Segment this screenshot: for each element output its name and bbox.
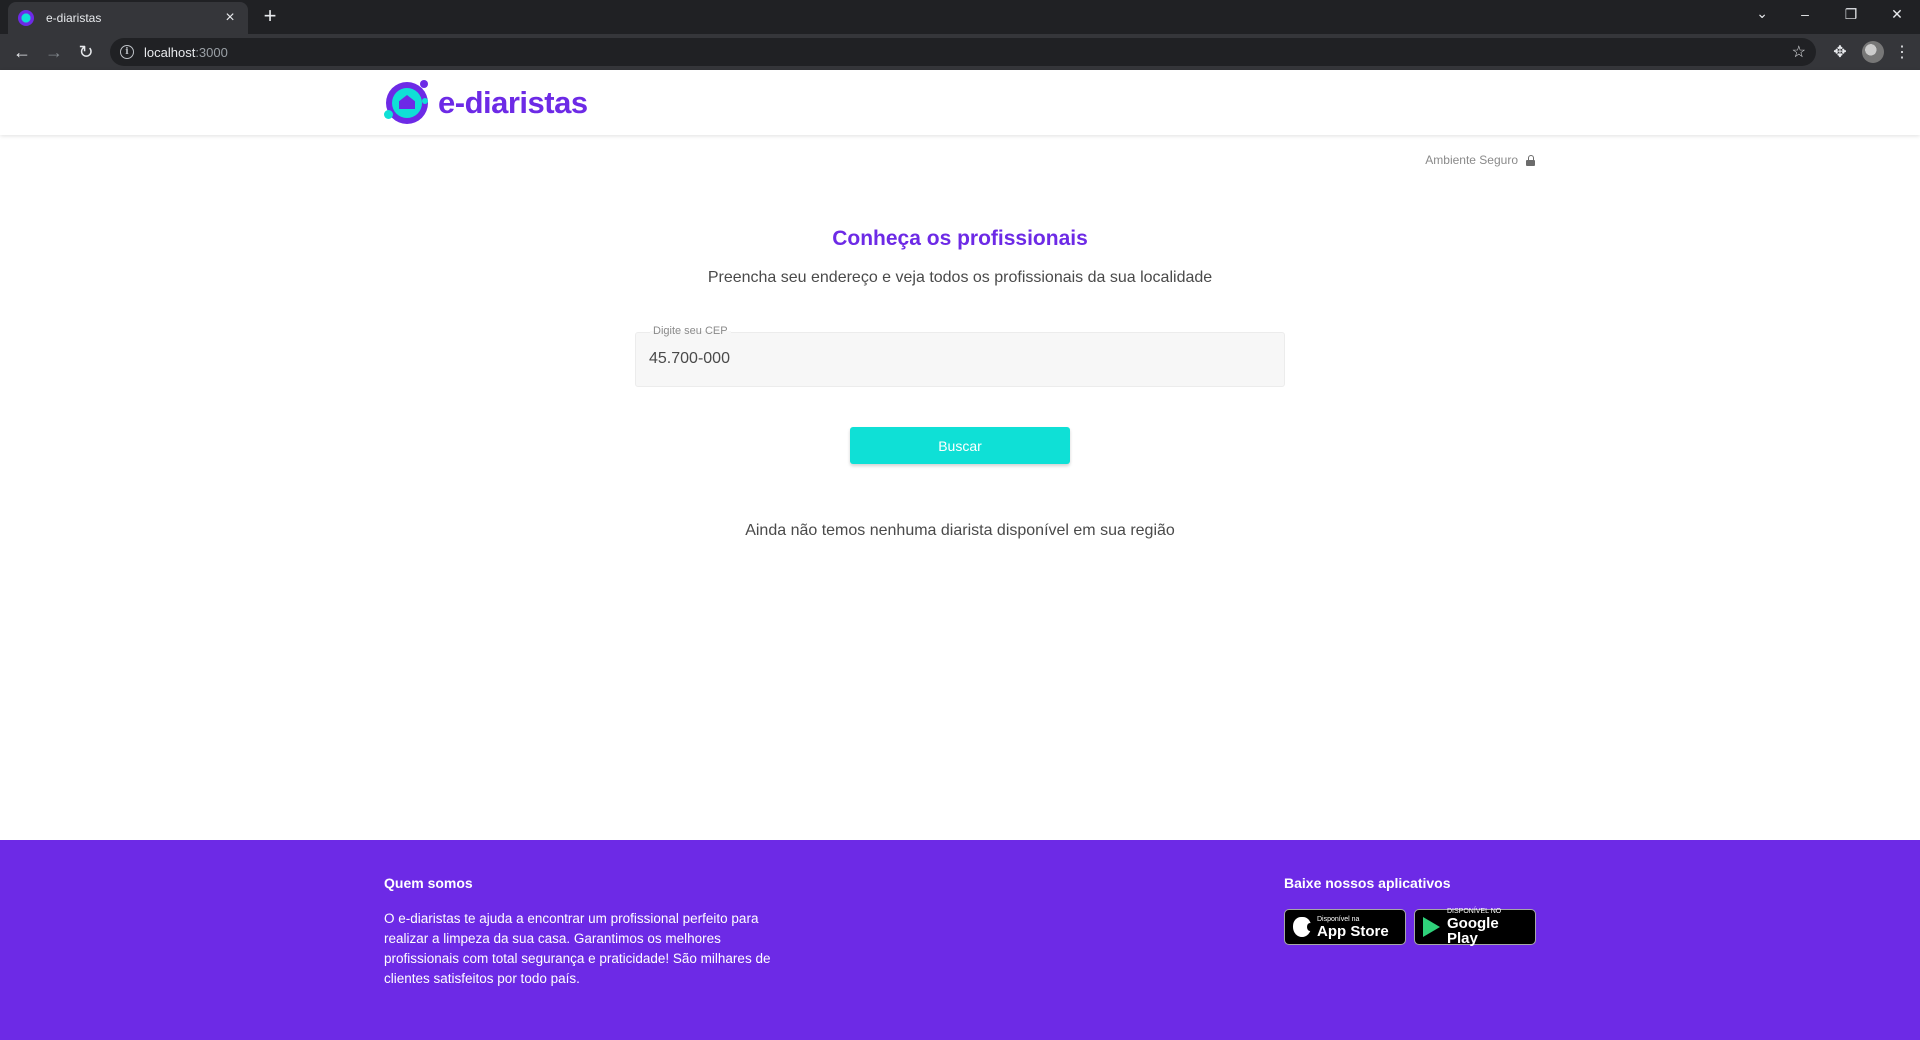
web-page: e-diaristas Ambiente Seguro Conheça os p… [0,70,1920,1040]
site-footer: Quem somos O e-diaristas te ajuda a enco… [0,840,1920,1040]
page-title: Conheça os profissionais [832,227,1088,250]
profile-avatar[interactable] [1862,41,1884,63]
footer-apps: Baixe nossos aplicativos Disponível na A… [1284,875,1536,947]
app-store-small: Disponível na [1317,915,1360,923]
favicon-icon [18,10,34,26]
google-play-big: Google Play [1447,915,1499,947]
restore-icon[interactable]: ❐ [1828,6,1874,23]
google-play-icon [1423,917,1440,937]
apple-icon [1293,917,1313,937]
window-controls: – ❐ ✕ [1782,0,1920,28]
back-arrow-icon[interactable]: ← [8,38,36,66]
google-play-small: DISPONÍVEL NO [1447,908,1502,915]
extensions-puzzle-icon[interactable]: ✥ [1826,42,1854,62]
forward-arrow-icon[interactable]: → [40,38,68,66]
logo-mark-icon [384,80,430,126]
page-subtitle: Preencha seu endereço e veja todos os pr… [707,269,1213,286]
reload-icon[interactable]: ↻ [72,38,100,66]
site-header: e-diaristas [0,70,1920,135]
browser-tab[interactable]: e-diaristas × [8,2,248,34]
close-window-icon[interactable]: ✕ [1874,6,1920,23]
cep-input[interactable] [649,345,1249,373]
cep-field[interactable]: Digite seu CEP [635,325,1285,387]
logo-text: e-diaristas [438,85,588,120]
secure-environment: Ambiente Seguro [1425,153,1535,167]
minimize-icon[interactable]: – [1782,6,1828,22]
secure-label: Ambiente Seguro [1425,153,1518,167]
app-store-big: App Store [1317,922,1389,940]
about-title: Quem somos [384,875,473,891]
browser-tabbar: e-diaristas × + ⌄ – ❐ ✕ [0,0,1920,34]
bookmark-star-icon[interactable]: ☆ [1792,42,1806,62]
url-port: :3000 [195,44,228,60]
site-info-icon[interactable]: i [120,45,134,59]
browser-menu-icon[interactable]: ⋮ [1892,42,1912,62]
lock-icon [1526,154,1535,166]
about-text: O e-diaristas te ajuda a encontrar um pr… [384,911,771,986]
site-logo[interactable]: e-diaristas [384,80,588,126]
footer-about: Quem somos O e-diaristas te ajuda a enco… [384,875,784,989]
tab-search-icon[interactable]: ⌄ [1756,5,1768,22]
url-host: localhost [144,44,196,60]
new-tab-button[interactable]: + [258,5,282,29]
app-store-badge[interactable]: Disponível na App Store [1284,909,1406,945]
tab-title: e-diaristas [46,11,102,25]
close-tab-icon[interactable]: × [222,10,238,26]
google-play-badge[interactable]: DISPONÍVEL NO Google Play [1414,908,1536,947]
address-bar[interactable]: i localhost:3000 ☆ [110,38,1816,66]
empty-results-message: Ainda não temos nenhuma diarista disponí… [745,522,1175,539]
search-button[interactable]: Buscar [850,427,1070,464]
cep-label: Digite seu CEP [650,325,731,337]
browser-toolbar: ← → ↻ i localhost:3000 ☆ ✥ ⋮ [0,34,1920,70]
apps-title: Baixe nossos aplicativos [1284,875,1451,891]
